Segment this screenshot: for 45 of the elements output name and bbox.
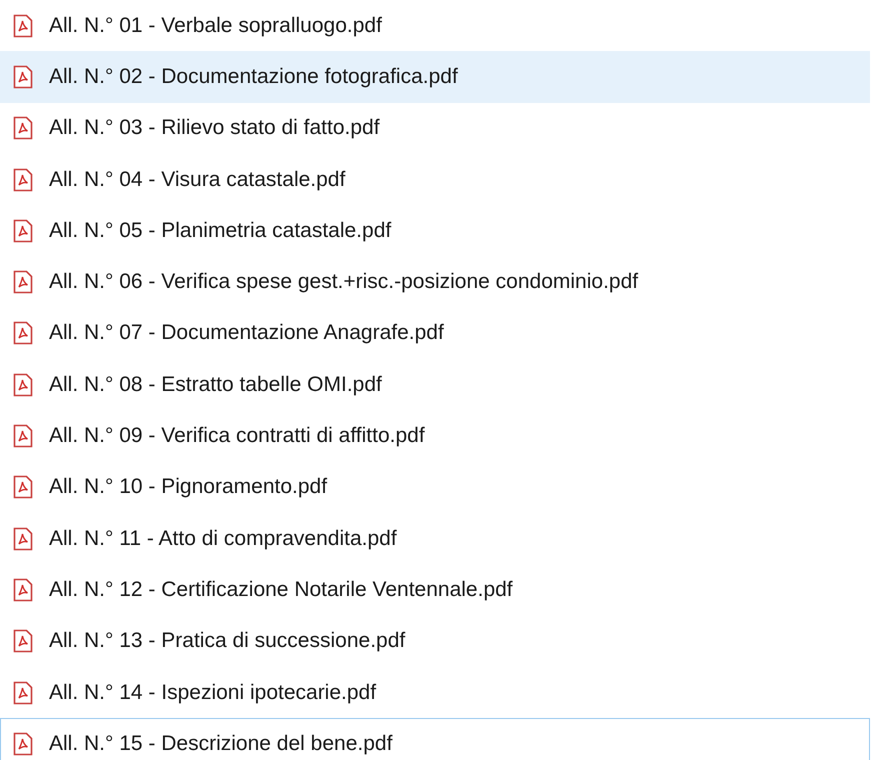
pdf-file-icon bbox=[13, 732, 33, 756]
pdf-file-icon bbox=[13, 629, 33, 654]
file-item[interactable]: All. N.° 01 - Verbale sopralluogo.pdf bbox=[0, 0, 870, 52]
file-name: All. N.° 05 - Planimetria catastale.pdf bbox=[49, 218, 392, 243]
pdf-file-icon bbox=[13, 475, 33, 500]
file-name: All. N.° 03 - Rilievo stato di fatto.pdf bbox=[49, 116, 380, 140]
file-name: All. N.° 01 - Verbale sopralluogo.pdf bbox=[49, 14, 382, 38]
file-name: All. N.° 04 - Visura catastale.pdf bbox=[49, 168, 346, 192]
file-item[interactable]: All. N.° 06 - Verifica spese gest.+risc.-posizione condominio.pdf bbox=[0, 256, 870, 308]
file-name: All. N.° 02 - Documentazione fotografica.pdf bbox=[49, 64, 458, 89]
file-item[interactable]: All. N.° 05 - Planimetria catastale.pdf bbox=[0, 205, 870, 256]
pdf-file-icon bbox=[13, 680, 33, 704]
file-item[interactable]: All. N.° 11 - Atto di compravendita.pdf bbox=[0, 512, 870, 564]
pdf-file-icon bbox=[13, 64, 33, 89]
file-name: All. N.° 13 - Pratica di successione.pdf bbox=[49, 629, 406, 654]
pdf-file-icon bbox=[13, 116, 33, 140]
file-item[interactable]: All. N.° 09 - Verifica contratti di affitto.pdf bbox=[0, 410, 870, 462]
file-name: All. N.° 06 - Verifica spese gest.+risc.-posizione condominio.pdf bbox=[49, 270, 638, 294]
pdf-file-icon bbox=[13, 424, 33, 448]
pdf-file-icon bbox=[13, 14, 33, 38]
file-item[interactable]: All. N.° 13 - Pratica di successione.pdf bbox=[0, 616, 870, 667]
file-name: All. N.° 08 - Estratto tabelle OMI.pdf bbox=[49, 372, 382, 397]
file-item[interactable]: All. N.° 14 - Ispezioni ipotecarie.pdf bbox=[0, 666, 870, 718]
pdf-file-icon bbox=[13, 270, 33, 294]
pdf-file-icon bbox=[13, 372, 33, 397]
pdf-file-icon bbox=[13, 168, 33, 192]
file-name: All. N.° 07 - Documentazione Anagrafe.pdf bbox=[49, 321, 444, 346]
file-name: All. N.° 09 - Verifica contratti di affitto.pdf bbox=[49, 424, 425, 448]
file-item[interactable]: All. N.° 12 - Certificazione Notarile Ventennale.pdf bbox=[0, 564, 870, 616]
file-item[interactable]: All. N.° 15 - Descrizione del bene.pdf bbox=[0, 718, 870, 760]
pdf-file-icon bbox=[13, 321, 33, 346]
file-name: All. N.° 11 - Atto di compravendita.pdf bbox=[49, 526, 397, 551]
file-item[interactable]: All. N.° 10 - Pignoramento.pdf bbox=[0, 462, 870, 513]
file-name: All. N.° 10 - Pignoramento.pdf bbox=[49, 475, 328, 500]
pdf-file-icon bbox=[13, 218, 33, 243]
file-name: All. N.° 12 - Certificazione Notarile Ventennale.pdf bbox=[49, 578, 513, 602]
file-item[interactable]: All. N.° 03 - Rilievo stato di fatto.pdf bbox=[0, 102, 870, 154]
file-name: All. N.° 14 - Ispezioni ipotecarie.pdf bbox=[49, 680, 376, 704]
file-item[interactable]: All. N.° 07 - Documentazione Anagrafe.pdf bbox=[0, 308, 870, 360]
file-item[interactable]: All. N.° 04 - Visura catastale.pdf bbox=[0, 154, 870, 206]
file-name: All. N.° 15 - Descrizione del bene.pdf bbox=[49, 732, 392, 756]
pdf-file-icon bbox=[13, 526, 33, 551]
pdf-file-icon bbox=[13, 578, 33, 602]
file-item[interactable]: All. N.° 02 - Documentazione fotografica.pdf bbox=[0, 51, 870, 103]
file-item[interactable]: All. N.° 08 - Estratto tabelle OMI.pdf bbox=[0, 359, 870, 410]
